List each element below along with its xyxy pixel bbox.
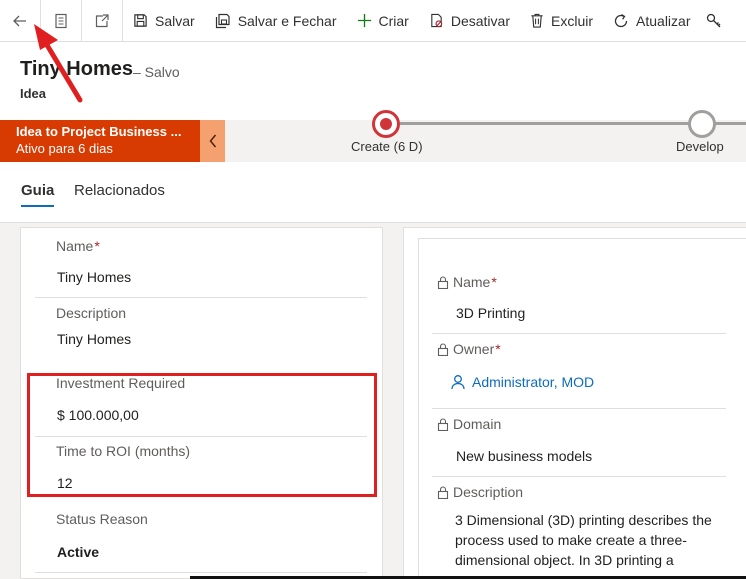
- field-value-status-reason[interactable]: Active: [57, 544, 99, 560]
- trash-icon: [531, 13, 543, 28]
- qv-field-label-description: Description: [437, 484, 523, 500]
- required-marker: *: [491, 274, 497, 290]
- entity-name: Idea: [20, 86, 47, 101]
- field-value-description[interactable]: Tiny Homes: [57, 331, 131, 347]
- lock-icon: [437, 418, 449, 431]
- save-button[interactable]: Salvar: [123, 0, 205, 42]
- field-divider: [432, 476, 726, 477]
- save-status: – Salvo: [133, 64, 180, 80]
- required-marker: *: [495, 341, 501, 357]
- refresh-button[interactable]: Atualizar: [603, 0, 700, 42]
- qv-field-label-domain: Domain: [437, 416, 501, 432]
- chevron-left-icon: [209, 134, 216, 148]
- record-title: Tiny Homes: [20, 58, 133, 80]
- business-process-flow: Idea to Project Business ... Ativo para …: [0, 110, 746, 162]
- qv-field-value-domain: New business models: [456, 448, 593, 464]
- new-label: Criar: [378, 12, 409, 29]
- tab-relacionados[interactable]: Relacionados: [74, 182, 165, 199]
- owner-name: Administrator, MOD: [472, 374, 595, 390]
- deactivate-label: Desativar: [450, 12, 510, 29]
- save-and-close-button[interactable]: Salvar e Fechar: [205, 0, 347, 42]
- lock-icon: [437, 486, 449, 499]
- bpf-process-name: Idea to Project Business ...: [16, 124, 182, 139]
- command-bar: Salvar Salvar e Fechar Criar Desativar E…: [0, 0, 746, 42]
- required-marker: *: [94, 238, 100, 254]
- back-arrow-icon: [13, 15, 26, 26]
- plus-icon: [357, 13, 371, 28]
- bpf-collapse-button[interactable]: [200, 120, 225, 162]
- qv-field-value-name: 3D Printing: [456, 305, 526, 321]
- field-divider: [35, 297, 367, 298]
- owner-link[interactable]: Administrator, MOD: [450, 374, 594, 390]
- stage-create-label[interactable]: Create (6 D): [351, 139, 423, 154]
- pop-out-icon: [95, 13, 109, 27]
- refresh-icon: [614, 13, 628, 27]
- selected-tab-indicator: [21, 205, 54, 207]
- field-label-description: Description: [56, 305, 127, 321]
- save-and-close-label: Salvar e Fechar: [237, 12, 337, 29]
- key-icon: [707, 13, 721, 27]
- field-divider: [432, 333, 726, 334]
- field-value-investment-required[interactable]: $ 100.000,00: [57, 407, 139, 423]
- lock-icon: [437, 276, 449, 289]
- field-label-time-to-roi: Time to ROI (months): [56, 443, 191, 459]
- user-icon: [451, 375, 465, 390]
- field-label-investment-required: Investment Required: [56, 375, 186, 391]
- stage-develop-indicator[interactable]: [688, 110, 716, 138]
- qv-field-label-name: Name*: [437, 274, 497, 290]
- field-value-time-to-roi[interactable]: 12: [57, 475, 73, 491]
- deactivate-icon: [431, 13, 443, 28]
- tab-guia[interactable]: Guia: [21, 182, 54, 199]
- save-icon: [134, 14, 147, 27]
- open-new-window-button[interactable]: [82, 0, 122, 42]
- field-value-name[interactable]: Tiny Homes: [57, 269, 131, 285]
- more-tools-button[interactable]: [700, 0, 739, 42]
- save-label: Salvar: [155, 12, 195, 29]
- field-divider: [35, 436, 367, 437]
- stage-develop-label[interactable]: Develop: [676, 139, 724, 154]
- qv-field-label-owner: Owner*: [437, 341, 501, 357]
- form-icon: [55, 13, 67, 28]
- save-close-icon: [215, 13, 230, 28]
- bpf-active-duration: Ativo para 6 dias: [16, 141, 113, 156]
- field-label-name: Name*: [56, 238, 100, 254]
- back-button[interactable]: [0, 0, 40, 42]
- bpf-process-button[interactable]: Idea to Project Business ... Ativo para …: [0, 120, 200, 162]
- field-divider: [35, 572, 367, 573]
- form-selector-button[interactable]: [41, 0, 81, 42]
- field-divider: [432, 408, 726, 409]
- lock-icon: [437, 343, 449, 356]
- new-button[interactable]: Criar: [347, 0, 419, 42]
- delete-button[interactable]: Excluir: [520, 0, 603, 42]
- field-label-status-reason: Status Reason: [56, 511, 148, 527]
- refresh-label: Atualizar: [636, 12, 691, 29]
- qv-field-value-description: 3 Dimensional (3D) printing describes th…: [455, 512, 712, 568]
- delete-label: Excluir: [551, 12, 594, 29]
- stage-create-indicator[interactable]: [372, 110, 400, 138]
- deactivate-button[interactable]: Desativar: [419, 0, 520, 42]
